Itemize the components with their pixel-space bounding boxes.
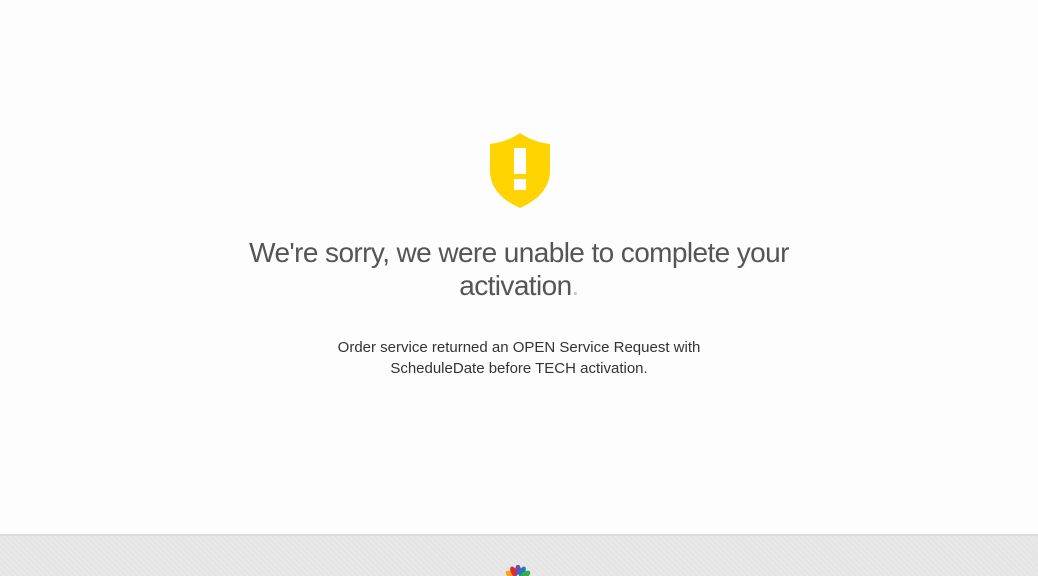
error-headline-text: We're sorry, we were unable to complete … — [249, 237, 789, 301]
error-detail: Order service returned an OPEN Service R… — [269, 337, 769, 379]
error-headline-period: . — [571, 270, 580, 301]
error-detail-line1: Order service returned an OPEN Service R… — [337, 339, 701, 356]
error-detail-line2: ScheduleDate before TECH activation. — [390, 360, 648, 377]
footer — [0, 534, 1038, 576]
error-headline: We're sorry, we were unable to complete … — [219, 236, 819, 302]
error-panel: We're sorry, we were unable to complete … — [0, 0, 1038, 534]
shield-warning-icon — [490, 133, 550, 208]
page: We're sorry, we were unable to complete … — [0, 0, 1038, 576]
peacock-logo-icon — [505, 565, 531, 576]
